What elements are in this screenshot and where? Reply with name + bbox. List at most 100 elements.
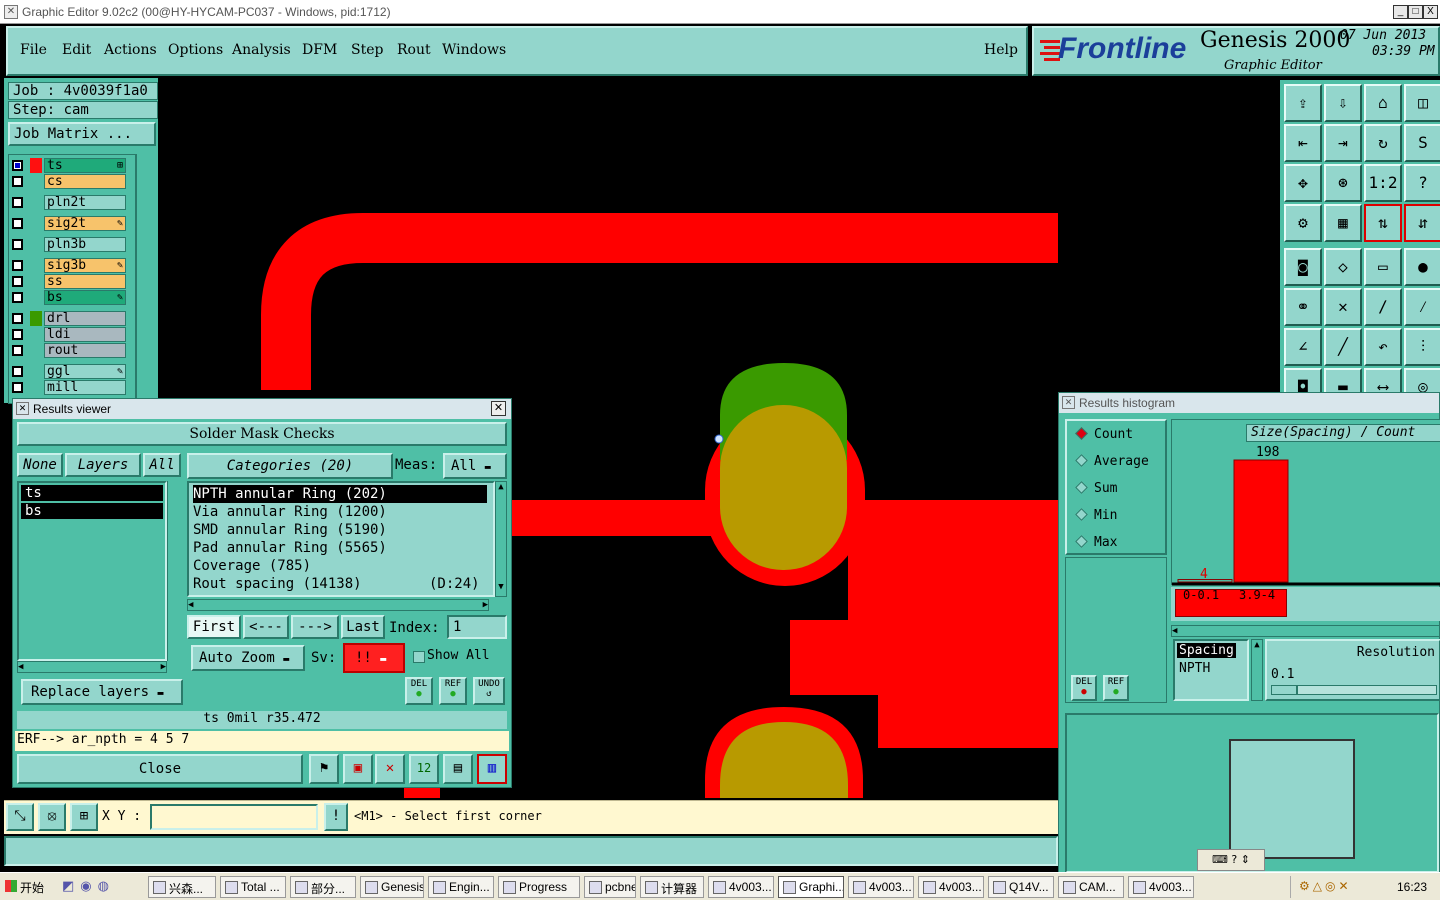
quick-launch-icons[interactable]: ◩◉◍ <box>62 878 142 896</box>
taskbar-item[interactable]: 4v003... <box>708 876 774 898</box>
layer-row-pln3b[interactable]: pln3b <box>8 237 128 253</box>
meas-dropdown[interactable]: All ▬ <box>443 453 507 479</box>
menu-help[interactable]: Help <box>984 42 1018 58</box>
replace-layers-dropdown[interactable]: Replace layers ▬ <box>21 679 183 705</box>
categories-list[interactable]: NPTH annular Ring (202) Via annular Ring… <box>187 481 495 597</box>
resolution-slider[interactable] <box>1271 685 1437 695</box>
show-all-checkbox[interactable] <box>413 651 425 663</box>
layers-button[interactable]: Layers <box>65 453 141 477</box>
categories-button[interactable]: Categories (20) <box>187 453 393 479</box>
layer-checkbox[interactable] <box>12 160 23 171</box>
close-window-button[interactable]: X <box>1423 5 1438 19</box>
all-button[interactable]: All <box>143 453 181 477</box>
delete-ref-icon[interactable]: ✕ <box>375 754 405 784</box>
minimize-button[interactable]: _ <box>1393 5 1408 19</box>
taskbar-item[interactable]: Engin... <box>428 876 494 898</box>
first-button[interactable]: First <box>187 615 241 639</box>
none-button[interactable]: None <box>17 453 63 477</box>
layer-name[interactable]: sig2t ✎ <box>44 216 126 231</box>
close-icon[interactable]: ✕ <box>491 401 506 416</box>
layer-name[interactable]: ggl ✎ <box>44 364 126 379</box>
layer-name[interactable]: bs ✎ <box>44 290 126 305</box>
menu-edit[interactable]: Edit <box>62 42 91 58</box>
auto-zoom-dropdown[interactable]: Auto Zoom ▬ <box>191 645 305 671</box>
layer-swap-icon[interactable]: ⇅ <box>1364 204 1402 242</box>
job-matrix-button[interactable]: Job Matrix ... <box>8 122 156 146</box>
layer-checkbox[interactable] <box>12 218 23 229</box>
hist-ref-button[interactable]: REF ● <box>1103 675 1129 701</box>
flag-icon[interactable]: ⚑ <box>309 754 339 784</box>
taskbar-item[interactable]: CAM... <box>1058 876 1124 898</box>
maximize-button[interactable]: □ <box>1408 5 1423 19</box>
layer-row-rout[interactable]: rout <box>8 343 128 359</box>
result-layer-item[interactable]: ts <box>21 485 163 501</box>
layer-checkbox[interactable] <box>12 276 23 287</box>
undo-button[interactable]: UNDO ↺ <box>473 677 505 705</box>
layer-checkbox[interactable] <box>12 197 23 208</box>
ruler-icon[interactable]: ▭ <box>1364 248 1402 286</box>
next-button[interactable]: ---> <box>291 615 339 639</box>
grid-icon[interactable]: ⊞ <box>70 803 98 831</box>
ref-button[interactable]: REF ● <box>439 677 467 705</box>
taskbar-item[interactable]: Genesis <box>360 876 424 898</box>
layer-row-ss[interactable]: ss <box>8 274 128 290</box>
layer-row-bs[interactable]: bs ✎ <box>8 290 128 306</box>
export-icon[interactable]: ▣ <box>343 754 373 784</box>
index-input[interactable]: 1 <box>447 615 507 639</box>
layer-name[interactable]: sig3b ✎ <box>44 258 126 273</box>
layer-name[interactable]: mill <box>44 380 126 395</box>
slash-icon[interactable]: ╱ <box>1324 328 1362 366</box>
radio-sum[interactable]: Sum <box>1075 481 1117 496</box>
tray-icons[interactable]: ⚙△◎✕ <box>1299 879 1352 893</box>
taskbar-item[interactable]: Total ... <box>220 876 286 898</box>
layer-checkbox[interactable] <box>12 329 23 340</box>
menu-file[interactable]: File <box>20 42 47 58</box>
zoom-center-icon[interactable]: ⊛ <box>1324 164 1362 202</box>
layer-row-pln2t[interactable]: pln2t <box>8 195 128 211</box>
taskbar-item[interactable]: 兴森... <box>148 876 216 898</box>
layer-color-swatch[interactable] <box>30 311 42 326</box>
layer-name[interactable]: drl <box>44 311 126 326</box>
layer-swap-alt-icon[interactable]: ⇵ <box>1404 204 1440 242</box>
taskbar-item[interactable]: Progress <box>498 876 580 898</box>
close-button[interactable]: Close <box>17 754 303 784</box>
layer-row-mill[interactable]: mill <box>8 380 128 396</box>
tf-icon[interactable]: ⫶ <box>1404 328 1440 366</box>
layer-checkbox[interactable] <box>12 366 23 377</box>
taskbar-item[interactable]: 计算器 <box>640 876 704 898</box>
category-item[interactable]: NPTH annular Ring (202) <box>193 485 487 503</box>
menu-rout[interactable]: Rout <box>397 42 431 58</box>
del-button[interactable]: DEL ● <box>405 677 433 705</box>
shape-icon[interactable]: ◇ <box>1324 248 1362 286</box>
layer-checkbox[interactable] <box>12 345 23 356</box>
last-button[interactable]: Last <box>341 615 385 639</box>
scale-icon[interactable]: 1:2 <box>1364 164 1402 202</box>
radio-max[interactable]: Max <box>1075 535 1117 550</box>
spacing-scrollbar[interactable]: ▲ <box>1251 639 1263 701</box>
grid-view-icon[interactable]: ▦ <box>1324 204 1362 242</box>
home-icon[interactable]: ⌂ <box>1364 84 1402 122</box>
xy-input[interactable] <box>150 804 318 830</box>
taskbar-item[interactable]: Q14V... <box>988 876 1054 898</box>
category-item[interactable]: Coverage (785) <box>193 557 311 575</box>
angle-icon[interactable]: ∠ <box>1284 328 1322 366</box>
layer-name[interactable]: pln3b <box>44 237 126 252</box>
help-icon[interactable]: ? <box>1404 164 1440 202</box>
category-item[interactable]: Via annular Ring (1200) <box>193 503 387 521</box>
spacing-item[interactable]: NPTH <box>1177 661 1212 676</box>
menu-analysis[interactable]: Analysis <box>232 42 291 58</box>
layer-results-list[interactable]: ts bs <box>17 481 167 661</box>
connect-icon[interactable]: ⚭ <box>1284 288 1322 326</box>
move-left-icon[interactable]: ⇤ <box>1284 124 1322 162</box>
sv-dropdown[interactable]: !! ▬ <box>343 643 405 673</box>
radio-min[interactable]: Min <box>1075 508 1117 523</box>
layer-name[interactable]: ss <box>44 274 126 289</box>
layer-row-sig3b[interactable]: sig3b ✎ <box>8 258 128 274</box>
layer-row-ggl[interactable]: ggl ✎ <box>8 364 128 380</box>
layer-name[interactable]: ldi <box>44 327 126 342</box>
taskbar-item[interactable]: 4v003... <box>918 876 984 898</box>
layer-row-cs[interactable]: cs <box>8 174 128 190</box>
layer-color-swatch[interactable] <box>30 158 42 173</box>
histogram-icon[interactable]: ▥ <box>477 754 507 784</box>
layer-row-sig2t[interactable]: sig2t ✎ <box>8 216 128 232</box>
